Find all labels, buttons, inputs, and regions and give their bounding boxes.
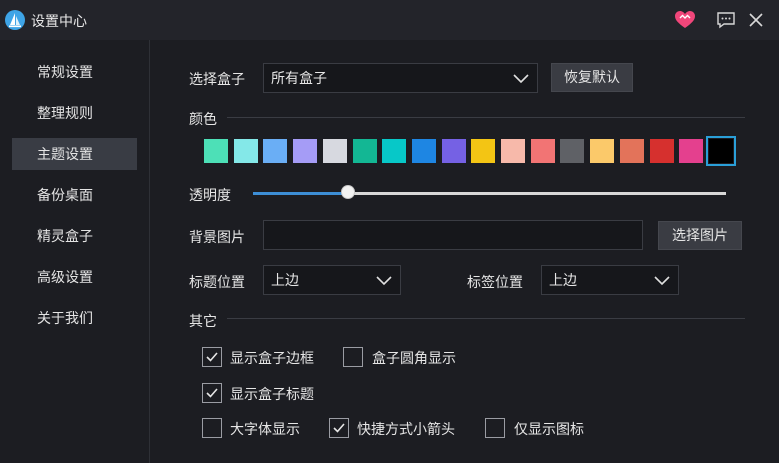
show-box-border-label[interactable]: 显示盒子边框 <box>230 348 314 368</box>
color-swatch[interactable] <box>204 139 228 163</box>
tag-position-label: 标签位置 <box>467 274 523 290</box>
checkmark-icon <box>333 423 345 433</box>
window-title: 设置中心 <box>31 13 87 29</box>
color-swatch[interactable] <box>471 139 496 163</box>
restore-default-button[interactable]: 恢复默认 <box>551 63 633 92</box>
icon-only-checkbox[interactable] <box>485 418 505 438</box>
show-box-title-checkbox[interactable] <box>202 383 222 403</box>
sailboat-logo-icon <box>5 10 25 30</box>
color-swatch[interactable] <box>679 139 704 163</box>
other-section-label: 其它 <box>189 313 217 329</box>
sidebar-item-theme[interactable]: 主题设置 <box>12 138 137 170</box>
checkmark-icon <box>206 388 218 398</box>
color-swatch[interactable] <box>233 139 258 163</box>
choose-image-button[interactable]: 选择图片 <box>658 221 742 250</box>
color-swatch[interactable] <box>619 139 644 163</box>
color-swatch[interactable] <box>322 139 347 163</box>
sidebar-item-about[interactable]: 关于我们 <box>12 302 137 334</box>
sidebar-item-rules[interactable]: 整理规则 <box>12 97 137 129</box>
shortcut-arrow-checkbox[interactable] <box>329 418 349 438</box>
large-font-checkbox[interactable] <box>202 418 222 438</box>
opacity-slider-fill <box>253 192 348 195</box>
other-section-divider <box>227 318 745 319</box>
show-box-border-checkbox[interactable] <box>202 347 222 367</box>
close-icon[interactable] <box>745 9 767 31</box>
color-swatch[interactable] <box>382 139 407 163</box>
bg-image-input[interactable] <box>263 220 643 250</box>
sidebar-item-advanced[interactable]: 高级设置 <box>12 261 137 293</box>
tag-position-select[interactable]: 上边 <box>541 265 679 295</box>
color-swatch[interactable] <box>293 139 318 163</box>
box-select[interactable]: 所有盒子 <box>263 63 538 93</box>
chevron-down-icon <box>376 276 392 286</box>
large-font-label[interactable]: 大字体显示 <box>230 419 300 439</box>
color-swatch[interactable] <box>263 139 288 163</box>
color-swatch[interactable] <box>560 139 585 163</box>
show-box-title-label[interactable]: 显示盒子标题 <box>230 384 314 404</box>
box-select-label: 选择盒子 <box>189 71 245 87</box>
rounded-corner-label[interactable]: 盒子圆角显示 <box>372 348 456 368</box>
shortcut-arrow-label[interactable]: 快捷方式小箭头 <box>357 419 455 439</box>
chevron-down-icon <box>654 276 670 286</box>
title-position-label: 标题位置 <box>189 274 245 290</box>
color-swatch[interactable] <box>649 139 674 163</box>
color-section-divider <box>227 117 745 118</box>
color-swatch[interactable] <box>352 139 377 163</box>
sidebar-item-sprite-box[interactable]: 精灵盒子 <box>12 220 137 252</box>
title-bar: 设置中心 <box>0 0 779 40</box>
heart-icon[interactable] <box>674 9 696 31</box>
icon-only-label[interactable]: 仅显示图标 <box>514 419 584 439</box>
feedback-icon[interactable] <box>715 9 737 31</box>
opacity-slider-thumb[interactable] <box>340 185 355 199</box>
sidebar: 常规设置 整理规则 主题设置 备份桌面 精灵盒子 高级设置 关于我们 <box>0 40 150 463</box>
color-swatch[interactable] <box>501 139 525 163</box>
color-swatch[interactable] <box>530 139 555 163</box>
opacity-slider-track[interactable] <box>253 192 726 195</box>
chevron-down-icon <box>513 74 529 84</box>
sidebar-item-backup[interactable]: 备份桌面 <box>12 179 137 211</box>
opacity-label: 透明度 <box>189 187 231 203</box>
rounded-corner-checkbox[interactable] <box>343 347 363 367</box>
checkmark-icon <box>206 352 218 362</box>
color-swatch[interactable] <box>705 136 736 166</box>
bg-image-label: 背景图片 <box>189 229 245 245</box>
sidebar-item-general[interactable]: 常规设置 <box>12 56 137 88</box>
color-swatch[interactable] <box>411 139 436 163</box>
color-swatch[interactable] <box>441 139 466 163</box>
title-position-select[interactable]: 上边 <box>263 265 401 295</box>
box-select-value: 所有盒子 <box>271 70 327 86</box>
color-swatch[interactable] <box>590 139 615 163</box>
tag-position-value: 上边 <box>549 272 577 288</box>
color-section-label: 颜色 <box>189 111 217 127</box>
title-position-value: 上边 <box>271 272 299 288</box>
